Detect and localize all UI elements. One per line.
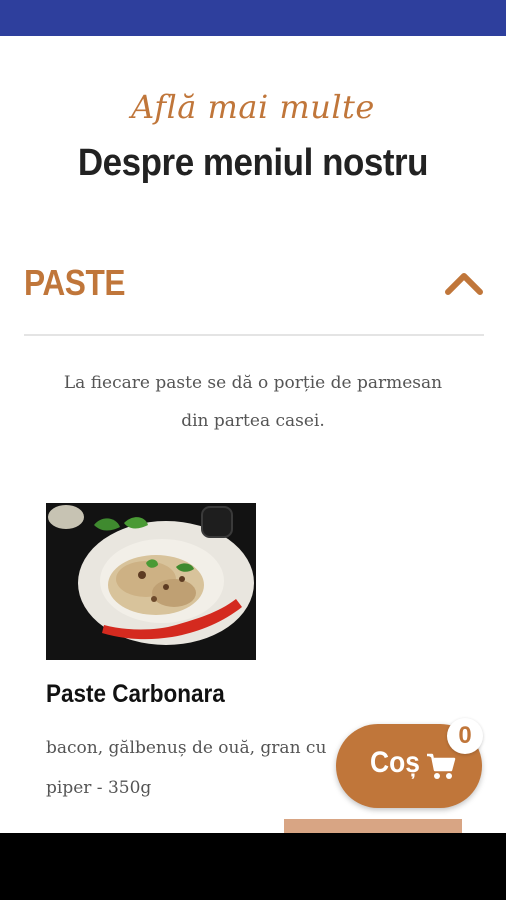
section-divider bbox=[24, 334, 484, 336]
page-title: Despre meniul nostru bbox=[77, 142, 429, 184]
cart-label: Coș bbox=[370, 746, 420, 779]
cart-count-badge: 0 bbox=[447, 718, 483, 754]
dish-description-line: bacon, gălbenuș de ouă, gran cu bbox=[46, 738, 327, 758]
add-to-cart-button[interactable] bbox=[284, 819, 462, 833]
dish-description-line: piper - 350g bbox=[46, 778, 152, 798]
menu-section-title: PASTE bbox=[24, 262, 126, 303]
dish-name: Paste Carbonara bbox=[46, 680, 225, 708]
shopping-cart-icon bbox=[427, 753, 456, 779]
dish-image-paste-carbonara bbox=[46, 503, 256, 660]
chevron-up-icon[interactable] bbox=[444, 268, 484, 296]
section-note: La fiecare paste se dă o porție de parme… bbox=[63, 373, 443, 431]
system-navigation-bar bbox=[0, 833, 506, 900]
section-subtitle: Află mai multe bbox=[131, 88, 375, 126]
status-bar bbox=[0, 0, 506, 36]
pasta-dish-photo bbox=[46, 503, 256, 660]
dish-description: bacon, gălbenuș de ouă, gran cu piper - … bbox=[46, 728, 376, 808]
menu-section-header-paste[interactable]: PASTE bbox=[24, 256, 484, 316]
